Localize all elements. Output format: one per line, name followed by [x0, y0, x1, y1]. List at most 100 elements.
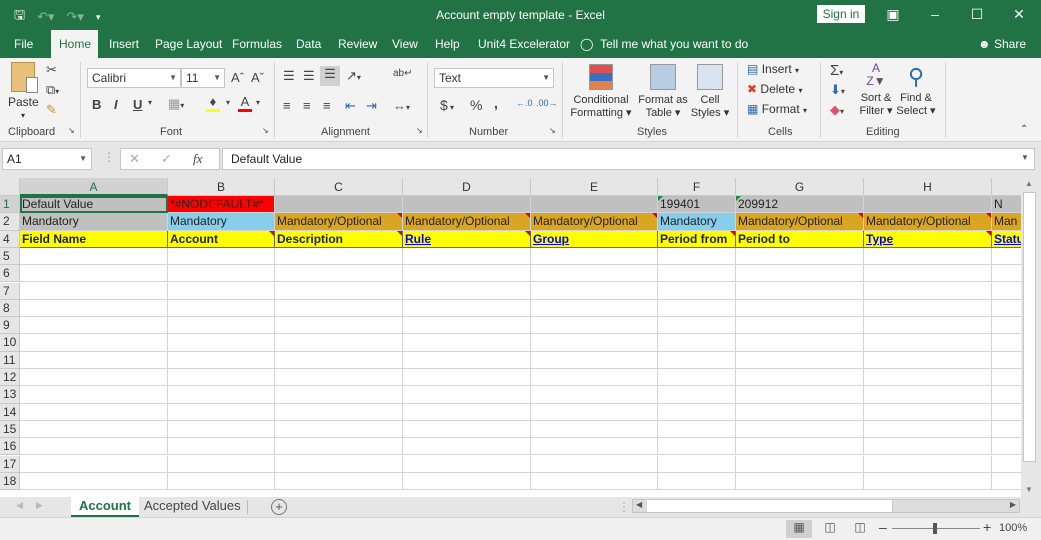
cell-g12[interactable] — [736, 369, 864, 387]
tab-data[interactable]: Data — [294, 30, 323, 58]
cell-n10[interactable] — [992, 334, 1021, 352]
worksheet-grid[interactable]: A B C D E F G H 1 Default Value *#NODEFAUL… — [0, 178, 1021, 497]
cell-h1[interactable] — [864, 196, 992, 214]
dialog-launcher-icon[interactable]: ↘ — [262, 126, 269, 135]
cell-a18[interactable] — [20, 472, 168, 491]
scroll-down-icon[interactable]: ▼ — [1025, 485, 1033, 494]
cell-n12[interactable] — [992, 369, 1021, 387]
font-name-combo[interactable]: Calibri ▼ — [87, 68, 181, 88]
zoom-out-button[interactable]: – — [879, 519, 887, 535]
cell-g16[interactable] — [736, 438, 864, 456]
cell-b5[interactable] — [168, 247, 275, 266]
increase-decimal-icon[interactable]: ←.0 — [516, 98, 533, 108]
cell-b15[interactable] — [168, 420, 275, 439]
font-size-combo[interactable]: 11 ▼ — [181, 68, 225, 88]
column-header-h[interactable]: H — [864, 178, 992, 196]
underline-button[interactable]: U — [133, 97, 142, 112]
insert-function-icon[interactable]: fx — [193, 151, 202, 167]
row-header-2[interactable]: 2 — [0, 213, 20, 231]
cell-f18[interactable] — [658, 472, 736, 491]
format-painter-icon[interactable]: ✎ — [46, 102, 57, 118]
cell-e10[interactable] — [531, 334, 658, 352]
row-header-5[interactable]: 5 — [0, 247, 20, 266]
cell-h17[interactable] — [864, 455, 992, 473]
normal-view-icon[interactable]: ▦ — [786, 520, 812, 538]
paste-button[interactable]: Paste ▾ — [8, 62, 39, 122]
zoom-level[interactable]: 100% — [999, 522, 1027, 534]
prev-sheet-icon[interactable]: ◀ — [16, 500, 23, 511]
cell-e16[interactable] — [531, 438, 658, 456]
zoom-slider[interactable] — [892, 523, 980, 534]
cell-e6[interactable] — [531, 265, 658, 283]
cell-f16[interactable] — [658, 438, 736, 456]
dialog-launcher-icon[interactable]: ↘ — [68, 126, 75, 135]
tab-view[interactable]: View — [390, 30, 420, 58]
column-header-c[interactable]: C — [275, 178, 403, 196]
cell-styles-button[interactable]: Cell Styles ▾ — [690, 64, 730, 120]
cell-n4[interactable]: Statu — [992, 230, 1021, 248]
cell-f6[interactable] — [658, 265, 736, 283]
align-top-icon[interactable]: ☰ — [283, 68, 295, 84]
cell-n18[interactable] — [992, 473, 1021, 491]
tab-page-layout[interactable]: Page Layout — [153, 30, 224, 58]
tab-home[interactable]: Home — [51, 30, 98, 58]
cell-c12[interactable] — [275, 369, 403, 387]
autosum-icon[interactable]: Σ▾ — [830, 62, 843, 79]
column-header-a[interactable]: A — [20, 178, 168, 196]
cell-g18[interactable] — [736, 472, 864, 491]
cell-f9[interactable] — [658, 317, 736, 335]
dialog-launcher-icon[interactable]: ↘ — [549, 126, 556, 135]
cell-b14[interactable] — [168, 403, 275, 421]
cell-a6[interactable] — [20, 265, 168, 283]
cell-g14[interactable] — [736, 403, 864, 421]
next-sheet-icon[interactable]: ▶ — [36, 500, 43, 511]
cell-a10[interactable] — [20, 334, 168, 352]
cell-f12[interactable] — [658, 369, 736, 387]
wrap-text-icon[interactable]: ab↵ — [393, 68, 413, 79]
cell-g2[interactable]: Mandatory/Optional — [736, 213, 864, 231]
cell-c10[interactable] — [275, 334, 403, 352]
cell-h15[interactable] — [864, 420, 992, 439]
cell-h12[interactable] — [864, 369, 992, 387]
cell-b6[interactable] — [168, 265, 275, 283]
column-header-n[interactable] — [992, 178, 1021, 196]
number-format-combo[interactable]: Text ▼ — [434, 68, 554, 88]
horizontal-scrollbar[interactable]: ◀ ▶ — [632, 499, 1020, 513]
cell-c2[interactable]: Mandatory/Optional — [275, 213, 403, 231]
cell-b7[interactable] — [168, 282, 275, 300]
cell-c17[interactable] — [275, 455, 403, 473]
row-header-11[interactable]: 11 — [0, 351, 20, 369]
row-header-12[interactable]: 12 — [0, 369, 20, 387]
cell-e2[interactable]: Mandatory/Optional — [531, 213, 658, 231]
column-header-e[interactable]: E — [531, 178, 658, 196]
fill-icon[interactable]: ⬇▾ — [830, 82, 845, 98]
tab-insert[interactable]: Insert — [107, 30, 141, 58]
cell-e18[interactable] — [531, 472, 658, 491]
cell-d7[interactable] — [403, 282, 531, 300]
comma-button[interactable]: , — [494, 95, 498, 111]
increase-indent-icon[interactable]: ⇥ — [366, 98, 377, 114]
cell-e14[interactable] — [531, 403, 658, 421]
cell-d16[interactable] — [403, 438, 531, 456]
cell-b10[interactable] — [168, 334, 275, 352]
font-color-dropdown-icon[interactable]: ▾ — [256, 98, 260, 107]
cell-b16[interactable] — [168, 438, 275, 456]
cell-e17[interactable] — [531, 455, 658, 473]
copy-icon[interactable]: ⧉▾ — [46, 82, 59, 98]
tab-review[interactable]: Review — [336, 30, 379, 58]
row-header-18[interactable]: 18 — [0, 472, 20, 491]
cell-f17[interactable] — [658, 455, 736, 473]
cell-c15[interactable] — [275, 420, 403, 439]
decrease-indent-icon[interactable]: ⇤ — [345, 98, 356, 114]
collapse-ribbon-icon[interactable]: ⌃ — [1020, 124, 1028, 135]
cell-n8[interactable] — [992, 300, 1021, 318]
cell-a5[interactable] — [20, 247, 168, 266]
new-sheet-button[interactable]: + — [271, 499, 287, 515]
cell-d11[interactable] — [403, 351, 531, 369]
cell-g8[interactable] — [736, 299, 864, 318]
cell-d6[interactable] — [403, 265, 531, 283]
zoom-slider-thumb[interactable] — [933, 523, 937, 534]
cell-e12[interactable] — [531, 369, 658, 387]
cell-f13[interactable] — [658, 386, 736, 404]
cell-f11[interactable] — [658, 351, 736, 369]
